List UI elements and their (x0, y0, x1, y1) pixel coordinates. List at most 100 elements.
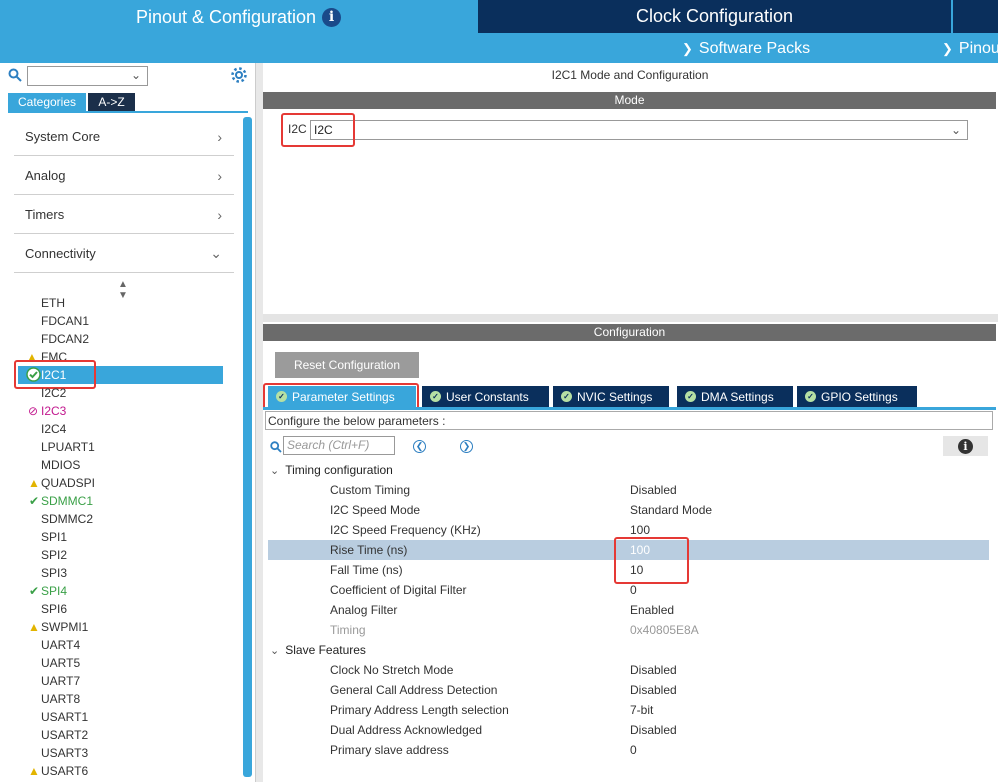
pinout-menu[interactable]: ❯ Pinou (942, 35, 998, 63)
param-analog-filter[interactable]: Analog Filter Enabled (268, 600, 989, 620)
tab-label: DMA Settings (701, 389, 774, 404)
peripheral-spi4[interactable]: ✔ SPI4 (25, 582, 225, 600)
peripheral-quadspi[interactable]: ▲ QUADSPI (25, 474, 225, 492)
next-icon[interactable]: ❯ (460, 440, 473, 453)
peripheral-uart5[interactable]: UART5 (25, 654, 225, 672)
peripheral-usart2[interactable]: USART2 (25, 726, 225, 744)
peripheral-uart8[interactable]: UART8 (25, 690, 225, 708)
parameter-search-input[interactable]: Search (Ctrl+F) (283, 436, 395, 455)
peripheral-eth[interactable]: ETH (25, 294, 225, 312)
reset-configuration-button[interactable]: Reset Configuration (275, 352, 419, 378)
param-clock-no-stretch[interactable]: Clock No Stretch Mode Disabled (268, 660, 989, 680)
peripheral-i2c3[interactable]: ⊘ I2C3 (25, 402, 225, 420)
tab-underline (263, 407, 996, 410)
category-analog[interactable]: Analog › (14, 157, 234, 195)
param-digital-filter[interactable]: Coefficient of Digital Filter 0 (268, 580, 989, 600)
param-value: 0 (630, 583, 637, 597)
tab-a-z[interactable]: A->Z (88, 93, 135, 111)
peripheral-spi1[interactable]: SPI1 (25, 528, 225, 546)
category-connectivity[interactable]: Connectivity ⌄ (14, 235, 234, 273)
peripheral-label: USART3 (41, 746, 89, 760)
peripheral-label: I2C2 (41, 386, 67, 400)
mode-section-header: Mode (263, 92, 996, 109)
peripheral-label: I2C3 (41, 404, 67, 418)
peripheral-label: SWPMI1 (41, 620, 89, 634)
mode-select[interactable]: I2C ⌄ (310, 120, 968, 140)
peripheral-label: SPI1 (41, 530, 68, 544)
param-timing: Timing 0x40805E8A (268, 620, 989, 640)
chevron-down-icon: ⌄ (270, 464, 280, 477)
tab-categories[interactable]: Categories (8, 93, 86, 111)
info-icon[interactable]: i (322, 8, 342, 27)
tab-overflow[interactable] (953, 0, 998, 33)
param-primary-slave-address[interactable]: Primary slave address 0 (268, 740, 989, 760)
tab-gpio-settings[interactable]: ✓ GPIO Settings (797, 386, 917, 407)
section-divider[interactable] (263, 314, 998, 322)
panel-splitter[interactable] (256, 63, 263, 782)
software-packs-menu[interactable]: ❯ Software Packs (682, 35, 810, 63)
peripheral-swpmi1[interactable]: ▲ SWPMI1 (25, 618, 225, 636)
peripheral-i2c2[interactable]: I2C2 (25, 384, 225, 402)
tab-nvic-settings[interactable]: ✓ NVIC Settings (553, 386, 669, 407)
peripheral-usart1[interactable]: USART1 (25, 708, 225, 726)
param-name: I2C Speed Mode (330, 503, 421, 517)
chevron-down-icon: ⌄ (950, 123, 961, 137)
param-value: Disabled (630, 483, 677, 497)
param-value: Standard Mode (630, 503, 713, 517)
category-label: Analog (25, 168, 66, 183)
gear-icon[interactable] (230, 66, 248, 84)
category-label: System Core (25, 129, 101, 144)
group-timing-configuration[interactable]: ⌄ Timing configuration (270, 463, 393, 477)
chevron-down-icon: ❯ (942, 41, 953, 56)
peripheral-sdmmc1[interactable]: ✔ SDMMC1 (25, 492, 225, 510)
peripheral-label: LPUART1 (41, 440, 95, 454)
tab-underline (8, 111, 248, 113)
check-circle-icon: ✓ (805, 391, 816, 402)
param-address-length[interactable]: Primary Address Length selection 7-bit (268, 700, 989, 720)
category-timers[interactable]: Timers › (14, 196, 234, 234)
peripheral-label: UART8 (41, 692, 81, 706)
info-icon: i (958, 438, 973, 454)
peripheral-fdcan1[interactable]: FDCAN1 (25, 312, 225, 330)
search-icon (8, 68, 22, 82)
peripheral-uart4[interactable]: UART4 (25, 636, 225, 654)
peripheral-uart7[interactable]: UART7 (25, 672, 225, 690)
param-name: Dual Address Acknowledged (330, 723, 483, 737)
peripheral-spi6[interactable]: SPI6 (25, 600, 225, 618)
group-slave-features[interactable]: ⌄ Slave Features (270, 643, 366, 657)
peripheral-i2c4[interactable]: I2C4 (25, 420, 225, 438)
tab-clock-configuration[interactable]: Clock Configuration (478, 0, 951, 33)
chevron-right-icon: › (217, 167, 222, 184)
previous-icon[interactable]: ❮ (413, 440, 426, 453)
sidebar-scrollbar[interactable] (243, 117, 252, 777)
tab-pinout-configuration[interactable]: Pinout & Configuration i (0, 0, 477, 35)
group-label: Timing configuration (285, 463, 393, 477)
peripheral-lpuart1[interactable]: LPUART1 (25, 438, 225, 456)
peripheral-spi3[interactable]: SPI3 (25, 564, 225, 582)
param-i2c-speed-mode[interactable]: I2C Speed Mode Standard Mode (268, 500, 989, 520)
param-custom-timing[interactable]: Custom Timing Disabled (268, 480, 989, 500)
peripheral-spi2[interactable]: SPI2 (25, 546, 225, 564)
info-button[interactable]: i (943, 436, 988, 456)
category-system-core[interactable]: System Core › (14, 118, 234, 156)
peripheral-mdios[interactable]: MDIOS (25, 456, 225, 474)
param-value: 0x40805E8A (630, 623, 699, 637)
peripheral-usart6[interactable]: ▲ USART6 (25, 762, 225, 780)
tab-label: NVIC Settings (577, 389, 653, 404)
peripheral-label: USART6 (41, 764, 89, 778)
peripheral-sdmmc2[interactable]: SDMMC2 (25, 510, 225, 528)
peripheral-label: ETH (41, 296, 65, 310)
param-general-call[interactable]: General Call Address Detection Disabled (268, 680, 989, 700)
peripheral-label: SPI3 (41, 566, 68, 580)
peripheral-fdcan2[interactable]: FDCAN2 (25, 330, 225, 348)
param-value: 100 (630, 523, 651, 537)
peripheral-search-combo[interactable]: ⌄ (27, 66, 148, 86)
tab-user-constants[interactable]: ✓ User Constants (422, 386, 549, 407)
param-dual-address[interactable]: Dual Address Acknowledged Disabled (268, 720, 989, 740)
configuration-section-header: Configuration (263, 324, 996, 341)
param-name: Primary slave address (330, 743, 449, 757)
peripheral-usart3[interactable]: USART3 (25, 744, 225, 762)
tab-clock-label: Clock Configuration (635, 6, 794, 26)
chevron-down-icon: ⌄ (210, 245, 222, 261)
tab-dma-settings[interactable]: ✓ DMA Settings (677, 386, 793, 407)
